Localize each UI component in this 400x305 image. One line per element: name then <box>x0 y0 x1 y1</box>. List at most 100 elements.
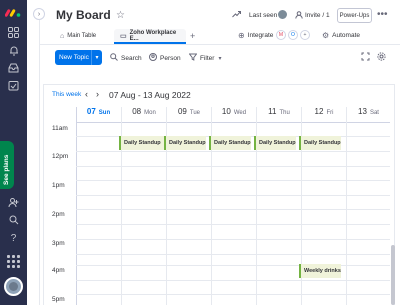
chevron-down-icon[interactable]: ▾ <box>218 55 221 62</box>
integration-logos[interactable]: M O + <box>276 30 311 41</box>
gmail-icon: M <box>276 30 286 40</box>
next-week-icon[interactable]: › <box>96 89 99 99</box>
tab-zoho-workplace[interactable]: ▭ Zoho Workplace E... <box>114 29 186 43</box>
invite-button[interactable]: Invite / 1 <box>305 12 330 19</box>
app-icon: ▭ <box>120 33 127 40</box>
sidebar-divider <box>39 20 40 305</box>
integrate-icon: ⊕ <box>238 31 245 40</box>
tab-main-table[interactable]: ⌂ Main Table <box>60 29 96 43</box>
day-name: Sat <box>369 110 379 116</box>
search-button[interactable]: Search <box>110 53 142 63</box>
day-name: Mon <box>144 110 156 116</box>
filter-icon <box>188 53 198 63</box>
half-hour-line <box>76 166 390 167</box>
search-icon[interactable] <box>7 213 20 226</box>
day-header-thu: 11 Thu <box>256 107 301 123</box>
help-icon[interactable]: ? <box>7 232 20 245</box>
day-header-fri: 12 Fri <box>301 107 346 123</box>
time-label: 12pm <box>52 153 69 160</box>
half-hour-line <box>76 280 390 281</box>
person-add-icon[interactable] <box>7 196 20 209</box>
outlook-icon: O <box>288 30 298 40</box>
see-plans-tab[interactable]: See plans <box>0 141 14 189</box>
date-range-label: 07 Aug - 13 Aug 2022 <box>109 90 191 100</box>
day-number: 08 <box>132 107 142 116</box>
board-title[interactable]: My Board <box>56 8 111 22</box>
event-weekly-drinks[interactable]: Weekly drinks <box>299 264 341 278</box>
chevron-right-icon: › <box>37 10 41 18</box>
day-header-tue: 09 Tue <box>166 107 211 123</box>
grid-icon[interactable] <box>7 26 20 39</box>
event-daily-standup[interactable]: Daily Standup <box>119 136 164 150</box>
inbox-icon[interactable] <box>7 61 20 74</box>
day-number: 10 <box>221 107 231 116</box>
time-label: 3pm <box>52 240 65 247</box>
day-header-mon: 08 Mon <box>121 107 166 123</box>
half-hour-line <box>76 195 390 196</box>
day-name: Fri <box>326 110 334 116</box>
event-daily-standup[interactable]: Daily Standup <box>299 136 341 150</box>
event-daily-standup[interactable]: Daily Standup <box>254 136 296 150</box>
day-header-sat: 13 Sat <box>346 107 390 123</box>
event-daily-standup[interactable]: Daily Standup <box>164 136 206 150</box>
day-number: 12 <box>314 107 324 116</box>
check-calendar-icon[interactable] <box>7 79 20 92</box>
time-label: 11am <box>52 125 68 132</box>
day-header-wed: 10 Wed <box>211 107 256 123</box>
hour-line <box>76 151 390 152</box>
user-avatar[interactable] <box>4 277 23 296</box>
integrate-button[interactable]: ⊕ Integrate <box>238 31 273 40</box>
power-ups-button[interactable]: Power-Ups <box>337 8 372 23</box>
apps-grid-icon[interactable] <box>7 255 20 268</box>
tab-label: Zoho Workplace E... <box>129 30 177 42</box>
this-week-button[interactable]: This week <box>52 91 81 98</box>
person-filter-button[interactable]: Person <box>149 53 181 63</box>
day-name: Wed <box>233 110 247 116</box>
calendar-scrollbar[interactable] <box>391 245 395 305</box>
day-number: 09 <box>177 107 187 116</box>
expand-icon[interactable] <box>361 52 370 63</box>
time-label: 2pm <box>52 211 65 218</box>
star-icon[interactable]: ☆ <box>116 10 125 21</box>
tabs-divider <box>40 44 400 45</box>
robot-icon: ⚙ <box>322 31 330 40</box>
activity-trend-icon[interactable] <box>232 10 241 20</box>
automate-button[interactable]: ⚙ Automate <box>322 31 360 40</box>
search-label: Search <box>121 54 142 62</box>
chevron-down-icon[interactable]: ▾ <box>91 50 102 65</box>
person-icon <box>295 11 303 21</box>
event-daily-standup[interactable]: Daily Standup <box>209 136 251 150</box>
hour-line <box>76 180 390 181</box>
more-options-icon[interactable]: ••• <box>377 9 388 20</box>
person-circle-icon <box>149 53 157 63</box>
integration-app-icon: + <box>300 30 310 40</box>
collapse-sidebar-button[interactable]: › <box>33 8 45 20</box>
day-header-divider <box>76 122 390 123</box>
person-label: Person <box>160 54 181 62</box>
settings-gear-icon[interactable] <box>377 52 386 63</box>
last-seen-avatar[interactable] <box>277 9 288 20</box>
add-view-button[interactable]: + <box>190 29 195 43</box>
hour-line <box>76 239 390 240</box>
bell-icon[interactable] <box>7 44 20 57</box>
automate-label: Automate <box>332 32 360 39</box>
monday-logo-icon[interactable] <box>5 6 22 18</box>
day-name: Thu <box>279 110 290 116</box>
previous-week-icon[interactable]: ‹ <box>85 89 88 99</box>
filter-button[interactable]: Filter ▾ <box>188 53 221 63</box>
new-topic-button[interactable]: New Topic ▾ <box>55 50 102 65</box>
search-icon <box>110 53 118 63</box>
hour-line <box>76 209 390 210</box>
half-hour-line <box>76 254 390 255</box>
time-label: 4pm <box>52 267 65 274</box>
see-plans-label: See plans <box>3 154 10 185</box>
time-label: 1pm <box>52 182 65 189</box>
day-number: 11 <box>268 107 277 116</box>
home-icon: ⌂ <box>60 32 65 40</box>
half-hour-line <box>76 224 390 225</box>
day-number: 13 <box>358 107 367 116</box>
integrate-label: Integrate <box>247 32 274 39</box>
last-seen-label[interactable]: Last seen <box>249 12 277 19</box>
time-label: 5pm <box>52 296 65 303</box>
day-name: Sun <box>98 110 111 116</box>
